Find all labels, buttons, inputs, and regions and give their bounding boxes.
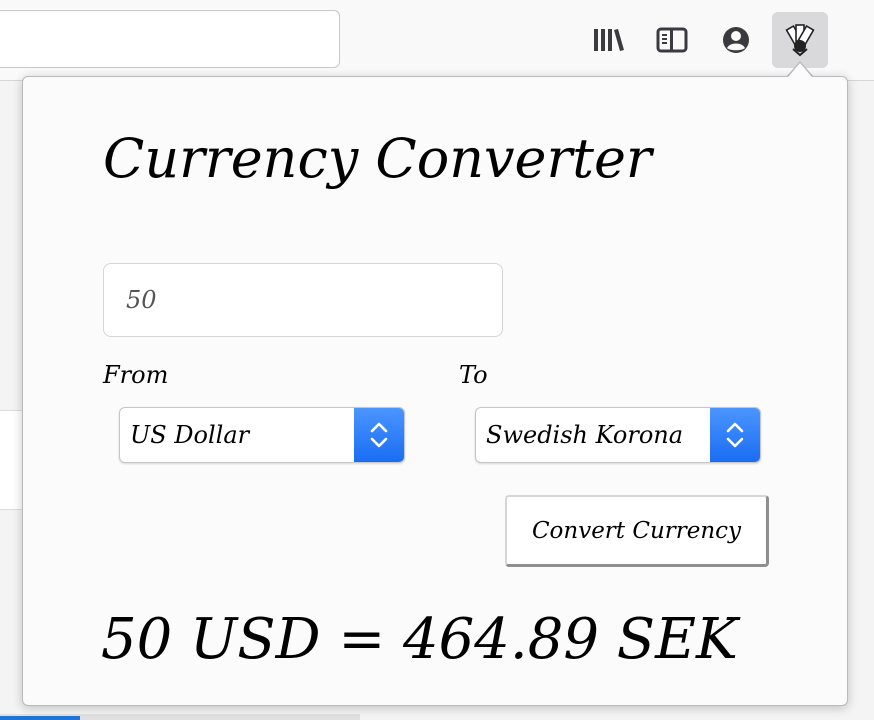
currency-extension-button[interactable] bbox=[772, 12, 828, 68]
page-bottom-edge bbox=[0, 714, 360, 720]
sidebar-icon bbox=[656, 27, 688, 53]
library-button[interactable] bbox=[581, 12, 637, 68]
to-currency-select[interactable]: Swedish Korona bbox=[475, 407, 761, 463]
convert-currency-button[interactable]: Convert Currency bbox=[505, 495, 769, 567]
to-select-stepper[interactable] bbox=[710, 408, 760, 462]
conversion-result: 50 USD = 464.89 SEK bbox=[101, 607, 738, 672]
to-currency-value: Swedish Korona bbox=[486, 421, 684, 449]
library-icon bbox=[594, 29, 624, 51]
popup-arrow bbox=[788, 63, 812, 77]
currency-extension-icon bbox=[785, 24, 815, 57]
chevron-up-down-icon bbox=[726, 422, 744, 448]
amount-input[interactable] bbox=[103, 263, 503, 337]
page-content-edge bbox=[0, 410, 22, 510]
url-bar[interactable] bbox=[0, 10, 340, 68]
account-button[interactable] bbox=[708, 12, 764, 68]
currency-converter-popup: Currency Converter From To US Dollar Swe… bbox=[22, 76, 848, 706]
from-currency-value: US Dollar bbox=[130, 421, 250, 449]
popup-title: Currency Converter bbox=[103, 127, 652, 190]
browser-toolbar bbox=[0, 0, 874, 81]
chevron-up-down-icon bbox=[370, 422, 388, 448]
to-label: To bbox=[459, 361, 488, 389]
from-currency-select[interactable]: US Dollar bbox=[119, 407, 405, 463]
account-icon bbox=[723, 27, 749, 53]
sidebar-button[interactable] bbox=[644, 12, 700, 68]
from-select-stepper[interactable] bbox=[354, 408, 404, 462]
from-label: From bbox=[103, 361, 169, 389]
